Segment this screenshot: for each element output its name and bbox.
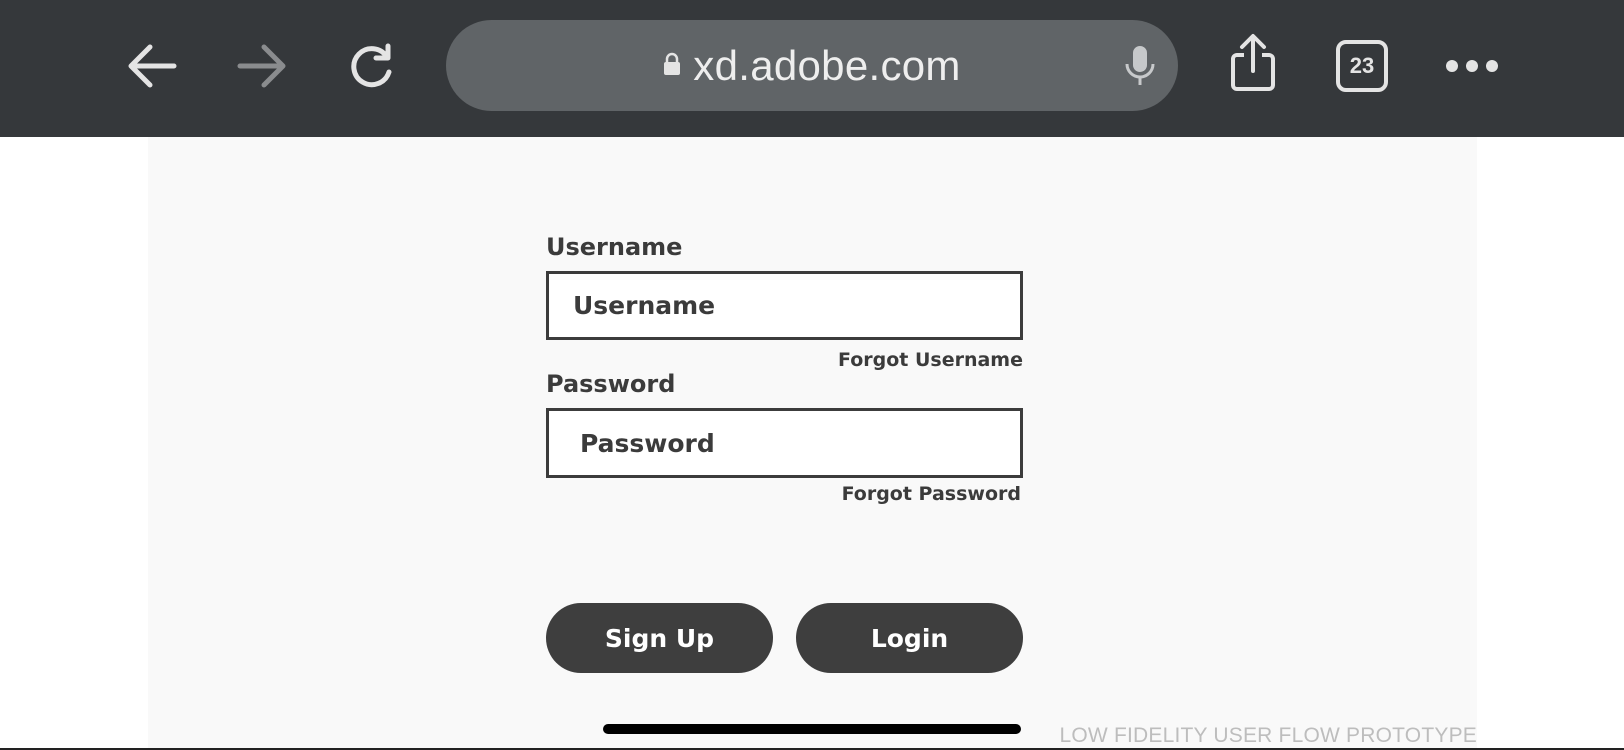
tabs-icon: 23 xyxy=(1336,40,1388,92)
microphone-icon xyxy=(1125,46,1155,85)
arrow-left-icon xyxy=(128,44,177,88)
share-button[interactable] xyxy=(1222,30,1284,96)
login-button[interactable]: Login xyxy=(796,603,1023,673)
home-indicator xyxy=(603,724,1021,734)
password-label: Password xyxy=(546,370,676,398)
back-button[interactable] xyxy=(118,36,186,96)
forgot-username-link[interactable]: Forgot Username xyxy=(780,349,1023,371)
more-icon xyxy=(1446,60,1498,72)
browser-toolbar: xd.adobe.com 23 xyxy=(0,0,1624,137)
tab-count: 23 xyxy=(1349,53,1375,78)
voice-search-button[interactable] xyxy=(1120,42,1160,90)
sign-up-button[interactable]: Sign Up xyxy=(546,603,773,673)
address-bar[interactable]: xd.adobe.com xyxy=(446,20,1178,111)
lock-icon xyxy=(664,52,681,75)
prototype-watermark: LOW FIDELITY USER FLOW PROTOTYPE xyxy=(1059,724,1477,747)
forward-button[interactable] xyxy=(228,36,296,96)
forgot-password-link[interactable]: Forgot Password xyxy=(780,483,1021,505)
url-container: xd.adobe.com xyxy=(446,20,1178,111)
reload-button[interactable] xyxy=(338,36,406,96)
reload-icon xyxy=(351,43,392,88)
more-button[interactable] xyxy=(1440,44,1504,88)
arrow-right-icon xyxy=(237,44,286,88)
share-icon xyxy=(1231,34,1275,91)
username-input[interactable] xyxy=(546,271,1023,340)
username-label: Username xyxy=(546,233,683,261)
password-input[interactable] xyxy=(546,408,1023,478)
url-text[interactable]: xd.adobe.com xyxy=(693,42,960,90)
tabs-button[interactable]: 23 xyxy=(1336,40,1388,92)
